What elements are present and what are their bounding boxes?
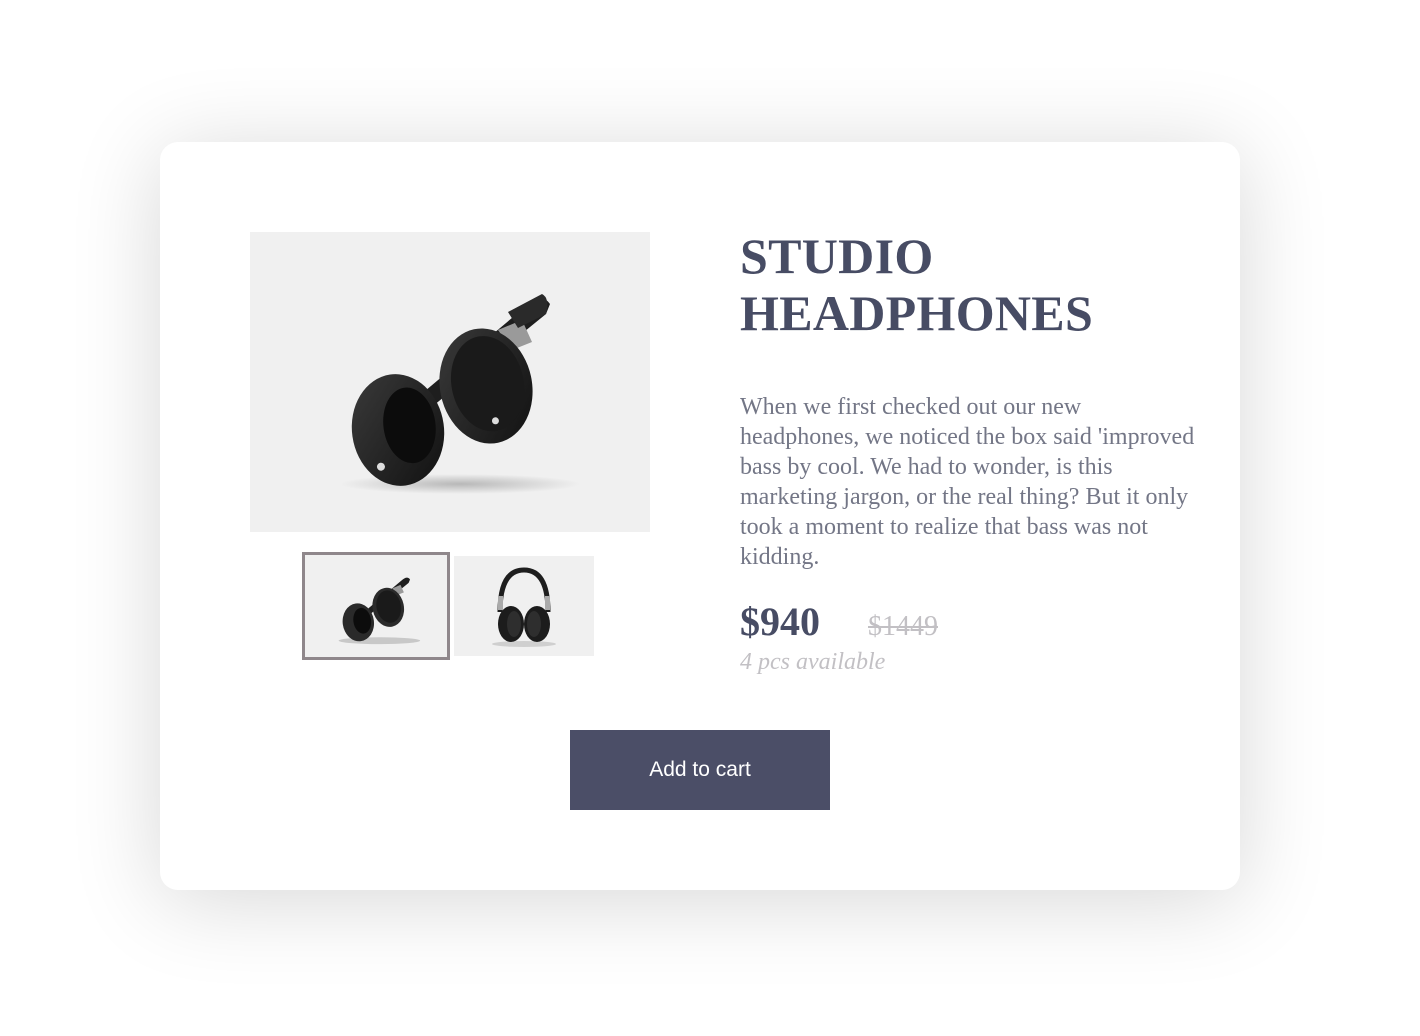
stock-availability: 4 pcs available — [740, 649, 886, 675]
price-row: $940 $1449 — [740, 598, 1200, 645]
thumbnail-2[interactable] — [454, 556, 594, 656]
product-main-image — [250, 232, 650, 532]
product-description: When we first checked out our new headph… — [740, 394, 1195, 570]
product-title: STUDIO HEADPHONES — [740, 228, 1200, 342]
old-price: $1449 — [868, 611, 938, 642]
product-title-line2: HEADPHONES — [740, 285, 1094, 341]
headphones-front-thumb-icon — [492, 567, 556, 647]
add-to-cart-button[interactable]: Add to cart — [570, 730, 830, 810]
product-card: STUDIO HEADPHONES When we first checked … — [160, 142, 1240, 890]
product-info: STUDIO HEADPHONES When we first checked … — [740, 228, 1200, 676]
product-title-line1: STUDIO — [740, 228, 934, 284]
thumbnail-1[interactable] — [302, 552, 450, 660]
current-price: $940 — [740, 599, 820, 644]
headphones-tilted-thumb-icon — [338, 577, 421, 645]
headphones-tilted-image — [340, 294, 580, 494]
